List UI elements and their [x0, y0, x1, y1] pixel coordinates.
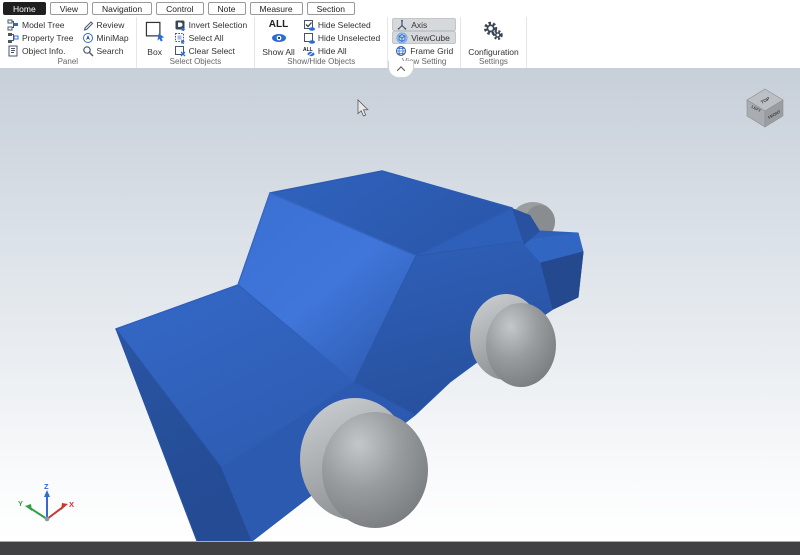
show-all-button[interactable]: ALL Show All	[259, 18, 298, 57]
object-info-button[interactable]: Object Info.	[4, 44, 77, 57]
review-button[interactable]: Review	[79, 18, 132, 31]
3d-viewport[interactable]: TOP LEFT FRONT Z X Y	[0, 68, 800, 541]
clear-select-button[interactable]: Clear Select	[171, 44, 251, 57]
show-all-label: Show All	[262, 47, 295, 57]
hide-all-icon: ALL	[303, 45, 315, 57]
3d-scene: TOP LEFT FRONT Z X Y	[0, 68, 800, 541]
hide-all-label: Hide All	[318, 46, 347, 56]
show-hide-group-label: Show/Hide Objects	[259, 57, 383, 68]
tab-home[interactable]: Home	[3, 2, 46, 15]
tab-control[interactable]: Control	[156, 2, 203, 15]
chevron-up-icon	[397, 66, 405, 74]
model-tree-icon	[7, 19, 19, 31]
clear-select-icon	[174, 45, 186, 57]
ribbon-group-select-objects: Box Invert Selection Select All Clear Se…	[137, 17, 256, 68]
axis-x-arrow	[61, 503, 68, 510]
select-objects-group-label: Select Objects	[141, 57, 251, 68]
axis-z-label: Z	[44, 482, 49, 491]
invert-selection-label: Invert Selection	[189, 20, 248, 30]
review-label: Review	[97, 20, 125, 30]
configuration-gears-icon	[481, 20, 505, 44]
show-all-all-text: ALL	[269, 20, 288, 29]
model-tree-button[interactable]: Model Tree	[4, 18, 77, 31]
mouse-cursor	[358, 100, 368, 116]
review-icon	[82, 19, 94, 31]
taskbar[interactable]	[0, 541, 800, 555]
frame-grid-label: Frame Grid	[410, 46, 453, 56]
select-all-label: Select All	[189, 33, 224, 43]
box-select-button[interactable]: Box	[141, 18, 169, 57]
viewcube-toggle-label: ViewCube	[411, 33, 450, 43]
property-tree-button[interactable]: Property Tree	[4, 31, 77, 44]
tab-view[interactable]: View	[50, 2, 88, 15]
invert-selection-icon	[174, 19, 186, 31]
hide-all-button[interactable]: ALL Hide All	[300, 44, 383, 57]
viewer-window: Home View Navigation Control Note Measur…	[0, 0, 800, 555]
object-info-icon	[7, 45, 19, 57]
axis-toggle-button[interactable]: Axis	[392, 18, 456, 31]
search-label: Search	[97, 46, 124, 56]
ribbon-tab-bar: Home View Navigation Control Note Measur…	[0, 0, 800, 17]
hide-selected-button[interactable]: Hide Selected	[300, 18, 383, 31]
hide-unselected-button[interactable]: Hide Unselected	[300, 31, 383, 44]
viewcube-toggle-button[interactable]: ViewCube	[392, 31, 456, 44]
minimap-icon	[82, 32, 94, 44]
tab-section[interactable]: Section	[307, 2, 355, 15]
axis-y-arrow	[25, 504, 32, 511]
settings-group-label: Settings	[465, 57, 522, 68]
box-select-icon	[144, 20, 166, 42]
clear-select-label: Clear Select	[189, 46, 235, 56]
select-all-button[interactable]: Select All	[171, 31, 251, 44]
configuration-button[interactable]: Configuration	[465, 18, 522, 57]
show-all-eye-icon	[271, 33, 287, 43]
viewcube-toggle-icon	[396, 32, 408, 44]
ribbon-group-panel: Model Tree Property Tree Object Info. Re…	[0, 17, 137, 68]
invert-selection-button[interactable]: Invert Selection	[171, 18, 251, 31]
hide-selected-label: Hide Selected	[318, 20, 371, 30]
minimap-label: MiniMap	[97, 33, 129, 43]
hide-unselected-icon	[303, 32, 315, 44]
axis-z-arrow	[44, 490, 50, 497]
ribbon-group-settings: Configuration Settings	[461, 17, 527, 68]
model-tree-label: Model Tree	[22, 20, 65, 30]
hide-unselected-label: Hide Unselected	[318, 33, 380, 43]
search-icon	[82, 45, 94, 57]
viewcube-widget[interactable]: TOP LEFT FRONT	[747, 89, 783, 127]
axis-x-label: X	[69, 500, 74, 509]
axis-toggle-label: Axis	[411, 20, 427, 30]
tab-measure[interactable]: Measure	[250, 2, 303, 15]
minimap-button[interactable]: MiniMap	[79, 31, 132, 44]
ribbon-group-show-hide: ALL Show All Hide Selected Hide Unselect…	[255, 17, 388, 68]
box-select-label: Box	[147, 47, 162, 57]
axis-toggle-icon	[396, 19, 408, 31]
object-info-label: Object Info.	[22, 46, 65, 56]
property-tree-icon	[7, 32, 19, 44]
frame-grid-button[interactable]: Frame Grid	[392, 44, 456, 57]
hide-selected-icon	[303, 19, 315, 31]
tab-note[interactable]: Note	[208, 2, 246, 15]
tab-navigation[interactable]: Navigation	[92, 2, 152, 15]
property-tree-label: Property Tree	[22, 33, 74, 43]
configuration-label: Configuration	[468, 47, 519, 57]
select-all-icon	[174, 32, 186, 44]
panel-group-label: Panel	[4, 57, 132, 68]
frame-grid-icon	[395, 45, 407, 57]
axis-triad: Z X Y	[18, 482, 74, 521]
search-button[interactable]: Search	[79, 44, 132, 57]
axis-y-label: Y	[18, 499, 23, 508]
